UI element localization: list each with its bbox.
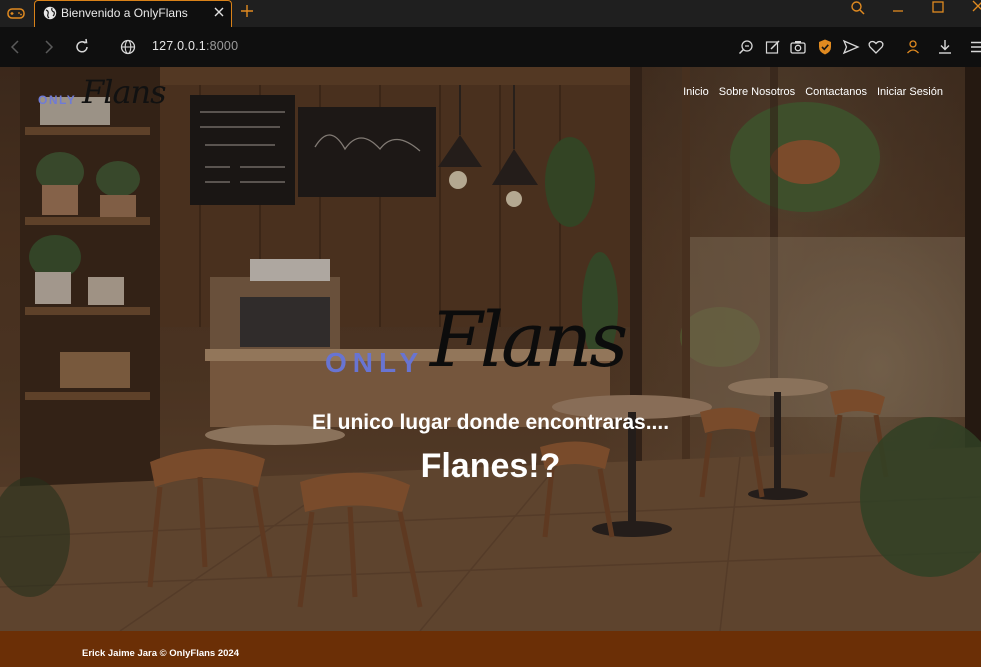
back-icon[interactable] [7,38,25,56]
reload-icon[interactable] [73,38,91,56]
gamepad-icon[interactable] [6,4,26,22]
site-logo[interactable]: ONLY Flans [36,73,176,117]
globe-icon [43,6,57,20]
hero-headline: Flanes!? [420,447,561,485]
site-header: ONLY Flans Inicio Sobre Nosotros Contact… [0,67,981,123]
user-icon[interactable] [904,38,922,56]
web-page: ONLY Flans Inicio Sobre Nosotros Contact… [0,67,981,631]
plus-icon[interactable] [238,2,256,20]
tab-onlyflans[interactable]: Bienvenido a OnlyFlans [34,0,232,27]
close-icon[interactable] [211,4,227,20]
search-icon[interactable] [838,0,878,16]
forward-icon[interactable] [39,38,57,56]
hero-logo-flans-text: Flans [430,295,628,384]
camera-icon[interactable] [789,38,807,56]
url-port: :8000 [205,39,239,53]
tab-strip: Bienvenido a OnlyFlans [0,0,981,27]
site-info-icon[interactable] [119,38,137,56]
menu-icon[interactable] [966,38,981,56]
nav-link-inicio[interactable]: Inicio [683,86,709,98]
zoom-icon[interactable] [737,38,755,56]
send-icon[interactable] [842,38,860,56]
shield-icon[interactable] [816,38,834,56]
download-icon[interactable] [936,38,954,56]
logo-flans-text: Flans [82,73,167,111]
hero-logo-only-text: ONLY [325,347,425,378]
hero-tagline: El unico lugar donde encontraras.... [311,411,670,434]
nav-link-sobre-nosotros[interactable]: Sobre Nosotros [719,86,795,98]
hero-logo: ONLY Flans [322,295,662,395]
main-nav: Inicio Sobre Nosotros Contactanos Inicia… [683,86,943,98]
url-field[interactable]: 127.0.0.1:8000 [152,39,238,53]
nav-link-iniciar-sesion[interactable]: Iniciar Sesión [877,86,943,98]
site-footer: Erick Jaime Jara © OnlyFlans 2024 [0,631,981,667]
close-window-icon[interactable] [958,0,981,16]
edit-icon[interactable] [764,38,782,56]
url-host: 127.0.0.1 [152,39,206,53]
logo-only-text: ONLY [38,93,77,107]
nav-link-contactanos[interactable]: Contactanos [805,86,867,98]
footer-copyright: Erick Jaime Jara © OnlyFlans 2024 [82,648,239,659]
tab-title: Bienvenido a OnlyFlans [61,6,188,20]
heart-icon[interactable] [867,38,885,56]
maximize-icon[interactable] [918,0,958,16]
minimize-icon[interactable] [878,0,918,16]
address-bar: 127.0.0.1:8000 [0,27,981,67]
